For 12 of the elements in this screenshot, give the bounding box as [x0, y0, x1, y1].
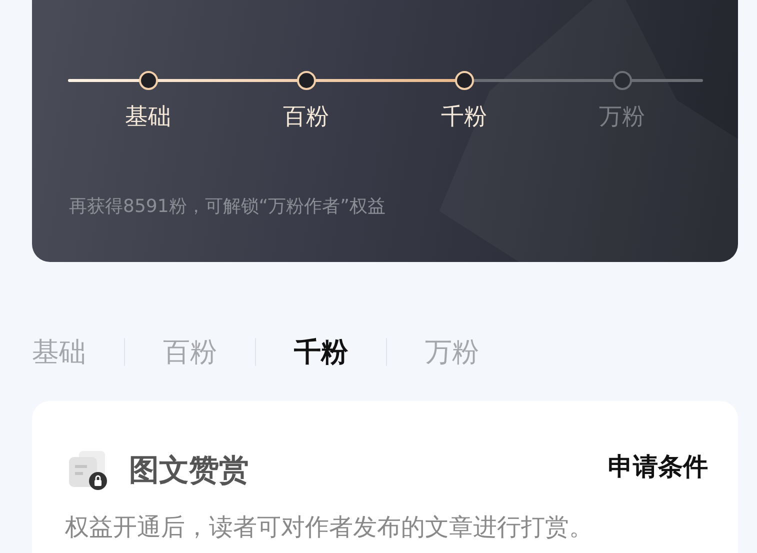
- milestone-label: 千粉: [441, 103, 487, 131]
- benefit-title: 图文赞赏: [129, 452, 249, 490]
- level-tab[interactable]: 基础: [32, 334, 86, 370]
- conditions-link[interactable]: 申请条件: [608, 450, 708, 482]
- level-tab[interactable]: 万粉: [425, 334, 479, 370]
- level-tab[interactable]: 百粉: [163, 334, 217, 370]
- level-tab[interactable]: 千粉: [294, 334, 348, 370]
- milestone-label: 万粉: [599, 103, 645, 131]
- unlock-hint: 再获得8591粉，可解锁“万粉作者”权益: [69, 195, 386, 218]
- benefit-description: 权益开通后，读者可对作者发布的文章进行打赏。: [65, 513, 594, 541]
- milestone-label: 基础: [125, 103, 171, 131]
- milestone-label: 百粉: [283, 103, 329, 131]
